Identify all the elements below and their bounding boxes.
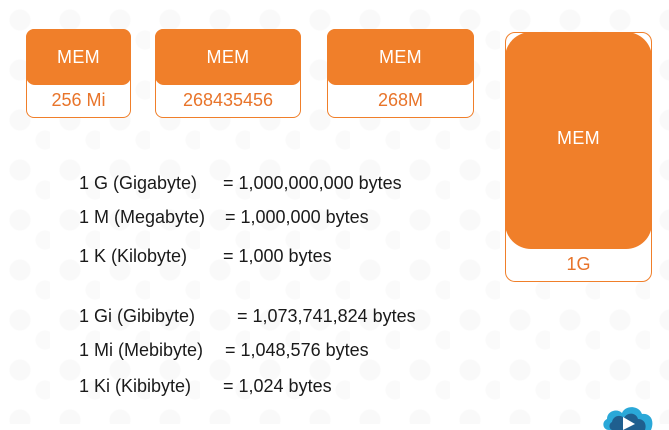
- unit-name: 1 Gi (Gibibyte): [79, 306, 196, 326]
- mem-card-header: MEM: [26, 29, 131, 85]
- mem-card-value: 256 Mi: [51, 90, 106, 110]
- unit-value: = 1,000,000,000 bytes: [223, 173, 402, 193]
- mem-card-1g: MEM 1G: [505, 32, 652, 282]
- mem-card-268435456: MEM 268435456: [155, 29, 301, 118]
- mem-card-value: 1G: [566, 254, 591, 274]
- unit-name: 1 Mi (Mebibyte): [79, 340, 204, 360]
- unit-value: = 1,024 bytes: [223, 376, 332, 396]
- mem-card-header: MEM: [505, 32, 652, 249]
- unit-value: = 1,048,576 bytes: [225, 340, 369, 360]
- unit-name: 1 G (Gigabyte): [79, 173, 198, 193]
- mem-card-value: 268M: [377, 90, 424, 110]
- unit-value: = 1,000,000 bytes: [225, 207, 369, 227]
- unit-name: 1 K (Kilobyte): [79, 246, 188, 266]
- cloud-play-logo-icon: [603, 407, 653, 430]
- mem-card-value: 268435456: [182, 90, 274, 110]
- mem-card-256mi: MEM 256 Mi: [26, 29, 131, 118]
- unit-value: = 1,073,741,824 bytes: [237, 306, 416, 326]
- unit-name: 1 M (Megabyte): [79, 207, 206, 227]
- unit-name: 1 Ki (Kibibyte): [79, 376, 192, 396]
- mem-card-header: MEM: [155, 29, 301, 85]
- mem-card-header: MEM: [327, 29, 474, 85]
- mem-card-268m: MEM 268M: [327, 29, 474, 118]
- unit-value: = 1,000 bytes: [223, 246, 332, 266]
